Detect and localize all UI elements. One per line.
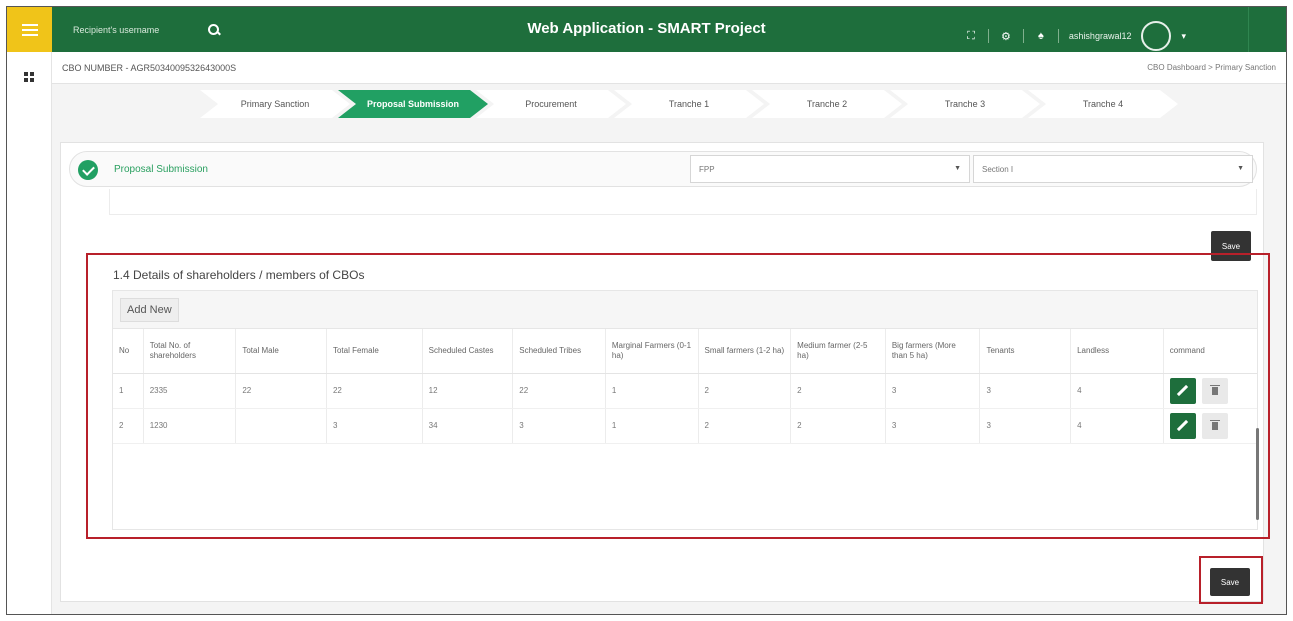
save-highlight-box bbox=[1199, 556, 1263, 604]
step-procurement[interactable]: Procurement bbox=[476, 90, 626, 118]
top-actions: ⛶ ⚙ ♠ ashishgrawal12 ▾ bbox=[964, 21, 1186, 51]
cbo-header: CBO NUMBER - AGR5034009532643000S CBO Da… bbox=[52, 52, 1286, 84]
check-circle-icon bbox=[78, 160, 98, 180]
section-select[interactable]: Section I ▼ bbox=[973, 155, 1253, 183]
cbo-number: CBO NUMBER - AGR5034009532643000S bbox=[62, 63, 237, 73]
chevron-down-icon: ▼ bbox=[1237, 165, 1244, 172]
top-bar: Web Application - SMART Project ⛶ ⚙ ♠ as… bbox=[7, 7, 1286, 52]
notification-bell-icon[interactable]: ♠ bbox=[1034, 30, 1048, 42]
breadcrumb[interactable]: CBO Dashboard > Primary Sanction bbox=[1147, 63, 1276, 72]
section-header[interactable]: Proposal Submission FPP ▼ Section I ▼ bbox=[69, 151, 1257, 187]
search-icon[interactable] bbox=[207, 23, 221, 37]
menu-toggle-button[interactable] bbox=[7, 7, 52, 52]
step-primary-sanction[interactable]: Primary Sanction bbox=[200, 90, 350, 118]
category-select[interactable]: FPP ▼ bbox=[690, 155, 970, 183]
fullscreen-icon[interactable]: ⛶ bbox=[964, 30, 978, 43]
settings-icon[interactable]: ⚙ bbox=[999, 30, 1013, 43]
section-select-value: Section I bbox=[982, 165, 1014, 174]
section-title: Proposal Submission bbox=[114, 164, 208, 175]
search-box bbox=[67, 19, 237, 41]
apps-grid-icon[interactable] bbox=[24, 72, 34, 82]
divider bbox=[987, 29, 989, 43]
details-highlight-box bbox=[86, 253, 1270, 539]
category-select-value: FPP bbox=[699, 165, 715, 174]
sidebar-toggle-button[interactable] bbox=[1248, 7, 1286, 52]
left-rail bbox=[7, 52, 52, 614]
user-menu-caret-icon[interactable]: ▾ bbox=[1181, 31, 1186, 42]
step-tranche-4[interactable]: Tranche 4 bbox=[1028, 90, 1178, 118]
avatar[interactable] bbox=[1141, 21, 1172, 51]
username[interactable]: ashishgrawal12 bbox=[1069, 31, 1132, 41]
divider bbox=[1057, 29, 1059, 43]
chevron-down-icon: ▼ bbox=[954, 165, 961, 172]
step-tranche-1[interactable]: Tranche 1 bbox=[614, 90, 764, 118]
hamburger-icon bbox=[21, 23, 38, 36]
section-content-area bbox=[109, 189, 1257, 215]
step-proposal-submission[interactable]: Proposal Submission bbox=[338, 90, 488, 118]
recipient-search-input[interactable] bbox=[67, 25, 207, 35]
step-tranche-3[interactable]: Tranche 3 bbox=[890, 90, 1040, 118]
divider bbox=[1022, 29, 1024, 43]
step-tranche-2[interactable]: Tranche 2 bbox=[752, 90, 902, 118]
workflow-stepper: Primary Sanction Proposal Submission Pro… bbox=[200, 90, 1178, 118]
